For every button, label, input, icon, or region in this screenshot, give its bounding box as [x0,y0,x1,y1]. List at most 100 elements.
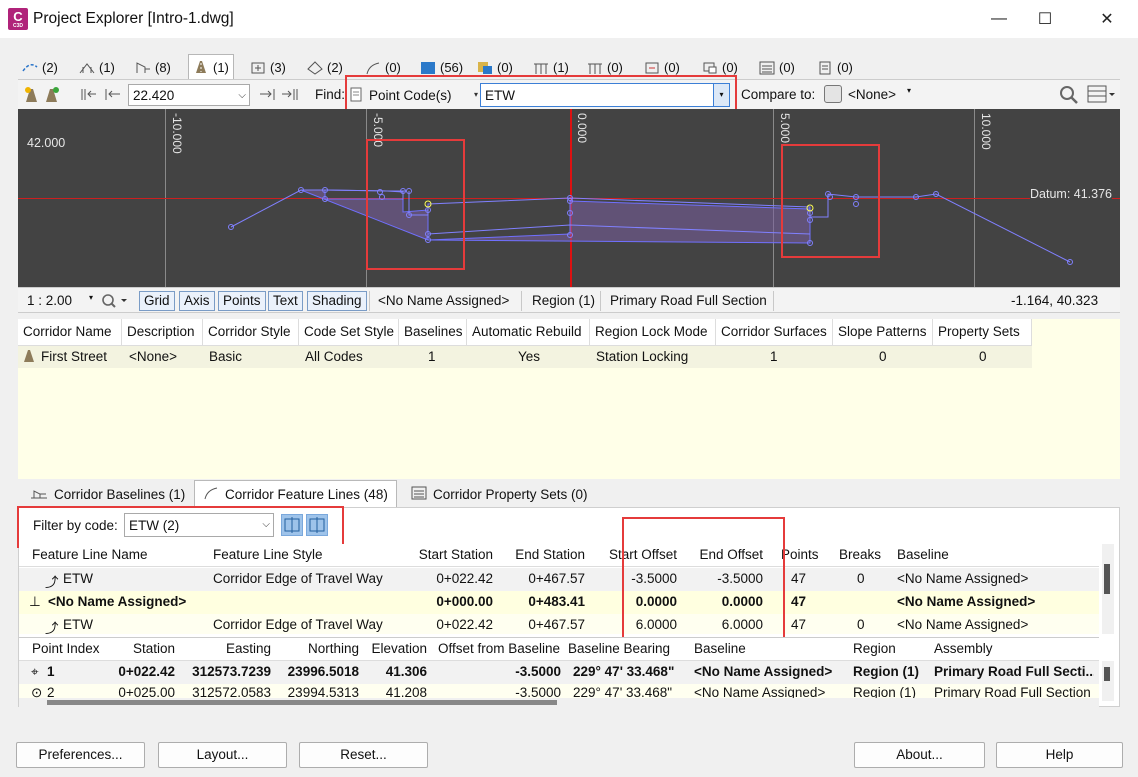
grid-toggle[interactable]: Grid [139,291,175,311]
section-viewport[interactable]: -10.000 -5.000 0.000 5.000 10.000 42.000… [18,109,1120,287]
end-station: 0+467.57 [528,617,585,632]
baseline-icon: ⊥ [29,594,41,609]
tab-alignments[interactable]: (2) [18,56,62,79]
new-corridor-icon[interactable] [24,86,41,103]
point-baseline: <No Name Assigned> [694,685,826,698]
layout-options-icon[interactable] [1087,85,1117,105]
column-header[interactable]: Start Station [399,547,493,562]
feature-table-scrollbar[interactable] [1102,544,1114,634]
column-header[interactable]: Code Set Style [299,319,399,346]
help-button[interactable]: Help [996,742,1123,768]
points-toggle[interactable]: Points [218,291,266,311]
minimize-button[interactable]: — [976,0,1022,38]
column-header[interactable]: Point Index [32,641,100,656]
column-header[interactable]: Corridor Surfaces [716,319,833,346]
column-header[interactable]: Assembly [934,641,993,656]
column-header[interactable]: Breaks [839,547,889,562]
column-header[interactable]: Baseline [897,547,1077,562]
previous-station-icon[interactable] [80,86,98,103]
tab-sheets[interactable]: (0) [755,56,799,79]
tab-sample-lines[interactable]: (3) [246,56,290,79]
point-table-header: Point Index Station Easting Northing Ele… [19,637,1099,661]
point-bearing: 229° 47' 33.468" [573,664,675,679]
tab-data-shortcuts[interactable]: (0) [813,56,857,79]
point-index: 2 [47,685,55,698]
tab-assemblies[interactable]: (8) [131,56,175,79]
feature-line-row[interactable]: ⤴ ETW Corridor Edge of Travel Way 0+022.… [19,614,1099,634]
feature-line-group-row[interactable]: ⊥ <No Name Assigned> 0+000.00 0+483.41 0… [19,591,1099,614]
highlight-offsets [622,517,785,644]
profile-icon [79,61,95,75]
first-station-icon[interactable] [104,86,122,103]
column-header[interactable]: Easting [179,641,271,656]
point-row[interactable]: ⊙ 2 0+025.00 312572.0583 23994.5313 41.2… [19,684,1099,698]
reset-button[interactable]: Reset... [299,742,428,768]
corridor-icon [22,349,36,363]
preferences-button[interactable]: Preferences... [16,742,145,768]
region-lock-mode: Station Locking [596,349,689,364]
column-header[interactable]: Region Lock Mode [590,319,716,346]
point-region: Region (1) [853,685,917,698]
column-header[interactable]: Region [853,641,896,656]
column-header[interactable]: Northing [275,641,359,656]
feature-line-style: Corridor Edge of Travel Way [213,617,383,632]
column-header[interactable]: Points [781,547,831,562]
end-station: 0+483.41 [528,594,585,609]
last-station-icon[interactable] [280,86,300,103]
point-elevation: 41.208 [385,685,427,698]
chevron-down-icon[interactable]: ▾ [907,86,911,95]
column-header[interactable]: Baselines [399,319,467,346]
point-table-scrollbar[interactable] [1102,661,1114,701]
feature-line-name: <No Name Assigned> [48,594,187,609]
code-set-style: All Codes [305,349,363,364]
horizontal-scrollbar[interactable] [19,698,1099,707]
chevron-down-icon[interactable]: ▾ [89,293,93,302]
next-station-icon[interactable] [258,86,276,103]
column-header[interactable]: Baseline Bearing [568,641,670,656]
column-header[interactable]: Feature Line Style [213,547,393,562]
corridor-row[interactable]: First Street <None> Basic All Codes 1 Ye… [18,346,1032,368]
tab-corridor-baselines[interactable]: Corridor Baselines (1) [22,482,193,507]
close-button[interactable]: ✕ [1084,0,1130,38]
column-header[interactable]: Offset from Baseline [438,641,560,656]
parcel-icon [533,61,549,75]
column-header[interactable]: Slope Patterns [833,319,933,346]
point-row[interactable]: ⌖ 1 0+022.42 312573.7239 23996.5018 41.3… [19,661,1099,684]
zoom-icon[interactable] [100,291,130,311]
compare-value[interactable]: <None> [848,87,896,102]
column-header[interactable]: Description [122,319,203,346]
column-header[interactable]: End Station [497,547,585,562]
column-header[interactable]: Elevation [363,641,427,656]
column-header[interactable]: Baseline [694,641,746,656]
station-combo[interactable]: 22.420 ⌵ [128,84,250,106]
column-header[interactable]: Property Sets [933,319,1032,346]
scale-value[interactable]: 1 : 2.00 [27,293,72,308]
property-sets-count: 0 [979,349,987,364]
axis-toggle[interactable]: Axis [179,291,215,311]
column-header[interactable]: Corridor Style [203,319,299,346]
breaks-count: 0 [857,571,865,586]
feature-line-row[interactable]: ⤴ ETW Corridor Edge of Travel Way 0+022.… [19,568,1099,591]
tab-profiles[interactable]: (1) [75,56,119,79]
text-toggle[interactable]: Text [268,291,303,311]
rebuild-corridor-icon[interactable] [44,86,61,103]
column-header[interactable]: Station [109,641,175,656]
point-station: 0+022.42 [118,664,175,679]
feature-lines-pane: Filter by code: ETW (2) ⌵ Feature Line N… [17,506,1120,707]
about-button[interactable]: About... [854,742,985,768]
column-header[interactable]: Feature Line Name [32,547,202,562]
status-assembly: Primary Road Full Section [610,293,767,308]
shading-toggle[interactable]: Shading [307,291,367,311]
layout-button[interactable]: Layout... [158,742,287,768]
tab-corridors[interactable]: (1) [188,54,234,79]
zoom-search-icon[interactable] [1058,84,1080,106]
column-header[interactable]: Corridor Name [18,319,122,346]
slope-patterns-count: 0 [879,349,887,364]
tab-corridor-property-sets[interactable]: Corridor Property Sets (0) [403,482,596,507]
maximize-button[interactable]: ☐ [1022,0,1068,38]
column-header[interactable]: Automatic Rebuild [467,319,590,346]
tab-corridor-feature-lines[interactable]: Corridor Feature Lines (48) [194,480,397,507]
tab-count: (0) [497,60,513,75]
baselines-count: 1 [428,349,436,364]
tab-surfaces[interactable]: (2) [303,56,347,79]
